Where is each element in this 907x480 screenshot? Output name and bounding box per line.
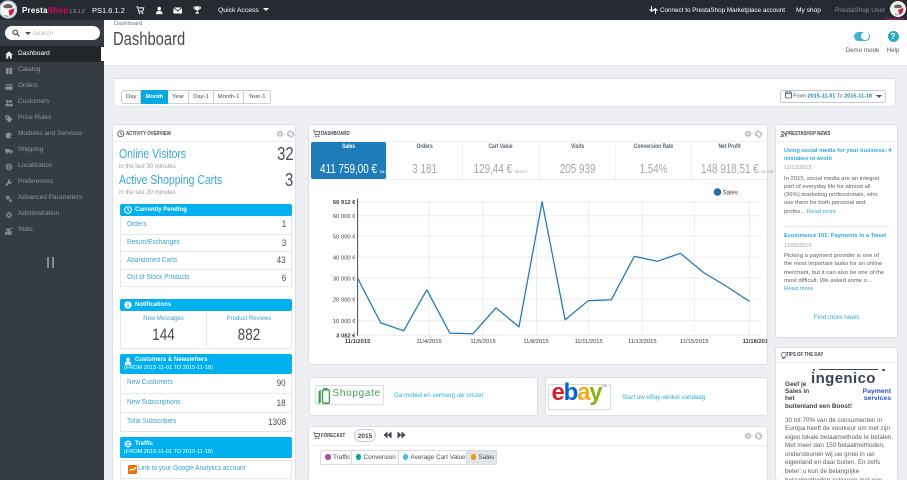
svg-text:50 000 €: 50 000 € (333, 234, 356, 240)
svg-text:40 000 €: 40 000 € (333, 255, 356, 261)
svg-text:30 000 €: 30 000 € (333, 276, 356, 282)
svg-text:11/18/2015: 11/18/2015 (743, 339, 767, 345)
svg-text:10 000 €: 10 000 € (333, 318, 356, 324)
svg-text:11/6/2015: 11/6/2015 (470, 339, 495, 345)
svg-text:11/4/2015: 11/4/2015 (416, 339, 441, 345)
svg-text:11/1/2015: 11/1/2015 (345, 339, 371, 345)
svg-text:11/11/2015: 11/11/2015 (575, 339, 603, 345)
svg-text:20 000 €: 20 000 € (333, 297, 356, 303)
svg-text:11/13/2015: 11/13/2015 (628, 339, 657, 345)
svg-text:11/15/2015: 11/15/2015 (680, 339, 709, 345)
svg-text:60 000 €: 60 000 € (333, 213, 356, 219)
svg-text:11/8/2015: 11/8/2015 (523, 339, 548, 345)
svg-text:66 912 €: 66 912 € (333, 200, 356, 206)
svg-text:Sales: Sales (723, 189, 738, 196)
